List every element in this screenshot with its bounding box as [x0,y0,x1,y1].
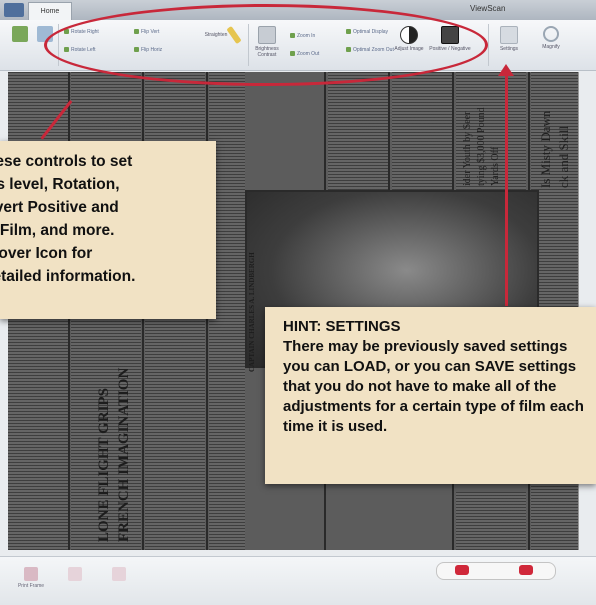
callout-line: There may be previously saved settings [283,338,568,355]
newspaper-text: ck and Skill [556,125,571,188]
callout-line: Mouse over Icon for [0,245,93,262]
callout-line: that you do not have to make all of the [283,378,557,395]
title-bar: Home ViewScan [0,0,596,20]
slider-handle-left[interactable] [455,565,469,575]
adjust-image-button[interactable]: Adjust Image [394,26,424,52]
magnify-button[interactable]: Magnify [534,26,568,50]
frame-slider[interactable] [436,562,556,580]
ribbon-separator [488,24,489,66]
document-icon [258,26,276,44]
contrast-icon [400,26,418,44]
newspaper-column [456,492,526,550]
callout-line: Brightness level, Rotation, [0,176,120,193]
optimal-zoom-out-button[interactable]: Optimal Zoom Out [346,46,394,54]
callout-line: adjustments for a certain type of film e… [283,398,584,415]
slider-handle-right[interactable] [519,565,533,575]
arrow-head [498,64,514,76]
ribbon-separator [58,24,59,66]
hint-title: HINT: SETTINGS [283,318,401,335]
photo-caption: CAPTAIN CHARLES A. LINDBERGH [248,252,256,372]
capture-icon [37,26,53,42]
brightness-label: Brightness Contrast [255,46,279,58]
brightness-button[interactable]: Brightness Contrast [252,26,282,58]
newspaper-column [392,72,452,190]
print-icon [24,567,38,581]
print-frame-label: Print Frame [17,583,45,589]
callout-line: Use these controls to set [0,153,133,170]
hint-callout: HINT: SETTINGS There may be previously s… [265,307,596,484]
callout-line: Negative Film, and more. [0,222,115,239]
bottom-button[interactable] [60,567,90,583]
flip-vert-button[interactable]: Flip Vert [134,28,159,36]
callout-line: detailed information. [0,268,136,285]
newspaper-text: ider Youth by Seer [462,111,473,186]
zoom-out-button[interactable]: Zoom Out [290,50,319,58]
print-frame-button[interactable]: Print Frame [14,567,48,589]
ribbon-separator [248,24,249,66]
film-icon [441,26,459,44]
magnifier-icon [543,26,559,42]
settings-icon [500,26,518,44]
callout-line: to Invert Positive and [0,199,119,216]
pencil-icon [226,25,242,45]
magnify-label: Magnify [542,44,560,50]
film-type-label: Positive / Negative [429,46,471,52]
flip-horiz-button[interactable]: Flip Horiz [134,46,162,54]
newspaper-text: Yards Off [490,146,501,186]
capture-button[interactable] [34,26,56,44]
rotate-right-button[interactable]: Rotate Right [64,28,99,36]
page-icon [68,567,82,581]
rotate-left-button[interactable]: Rotate Left [64,46,95,54]
scan-button[interactable] [8,26,32,44]
newspaper-text: Is Misty Dawn [538,110,553,188]
controls-callout: Use these controls to set Brightness lev… [0,141,216,319]
column-rule [388,72,390,190]
window-title: ViewScan [470,4,506,13]
newspaper-headline: LONE FLIGHT GRIPS [96,388,112,542]
annotation-arrow [505,70,508,306]
film-type-button[interactable]: Positive / Negative [428,26,472,52]
newspaper-column [328,72,388,190]
zoom-in-button[interactable]: Zoom In [290,32,315,40]
bottom-button[interactable] [104,567,134,583]
newspaper-text: tying $3,000 Pound [476,107,487,186]
pencil-button[interactable] [222,25,246,46]
newspaper-headline: FRENCH IMAGINATION [116,367,132,542]
callout-line: time it is used. [283,418,388,435]
optimal-display-button[interactable]: Optimal Display [346,28,388,36]
settings-label: Settings [499,46,519,52]
adjust-image-label: Adjust Image [394,46,424,52]
callout-line: you can LOAD, or you can SAVE settings [283,358,577,375]
page-icon [112,567,126,581]
scan-icon [12,26,28,42]
settings-button[interactable]: Settings [494,26,524,52]
